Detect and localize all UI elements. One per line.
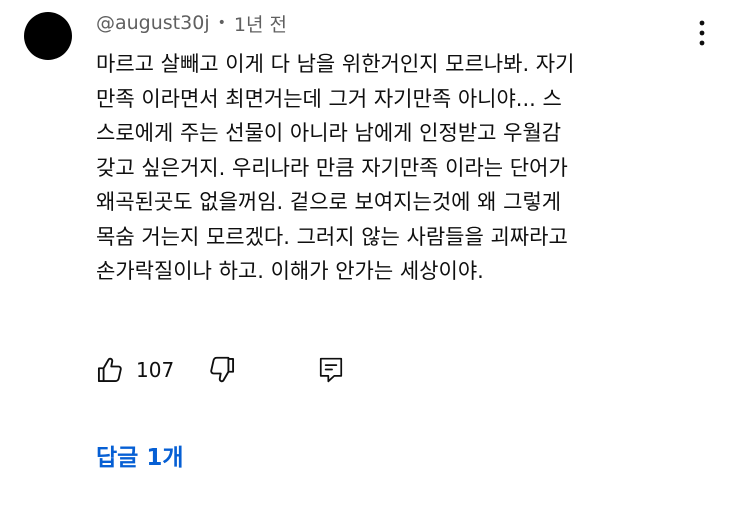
comment-line: 손가락질이나 하고. 이해가 안가는 세상이야. [96,259,484,283]
thumbs-up-icon [97,357,122,383]
like-button[interactable]: 107 [96,356,174,384]
comment-line: 목숨 거는지 모르겠다. 그러지 않는 사람들을 괴짜라고 [96,224,568,249]
reply-button[interactable] [318,356,344,384]
avatar[interactable] [24,12,72,60]
timestamp[interactable]: 1년 전 [234,10,287,37]
comment-line: 스로에게 주는 선물이 아니라 남에게 인정받고 우월감 [96,121,562,145]
separator-dot: • [217,15,226,31]
dislike-button[interactable] [208,356,236,384]
replies-toggle[interactable]: 답글 1개 [96,438,184,472]
comment-line: 왜곡된곳도 없을꺼임. 겉으로 보여지는것에 왜 그렇게 [96,190,562,214]
comment-line: 만족 이라면서 최면거는데 그거 자기만족 아니야... 스 [96,86,562,111]
reply-comment-icon [320,357,343,383]
comment-actions: 107 [96,352,344,388]
comment-line: 마르고 살빼고 이게 다 남을 위한거인지 모르나봐. 자기 [96,52,575,76]
more-options-button[interactable] [690,18,714,48]
like-count: 107 [136,358,175,382]
comment-header: @august30j • 1년 전 [96,8,287,38]
thumbs-down-icon [210,356,235,383]
author-handle[interactable]: @august30j [96,12,210,34]
comment-text: 마르고 살빼고 이게 다 남을 위한거인지 모르나봐. 자기 만족 이라면서 최… [96,47,696,289]
more-vert-icon [699,20,705,46]
comment-line: 갖고 싶은거지. 우리나라 만큼 자기만족 이라는 단어가 [96,155,568,180]
